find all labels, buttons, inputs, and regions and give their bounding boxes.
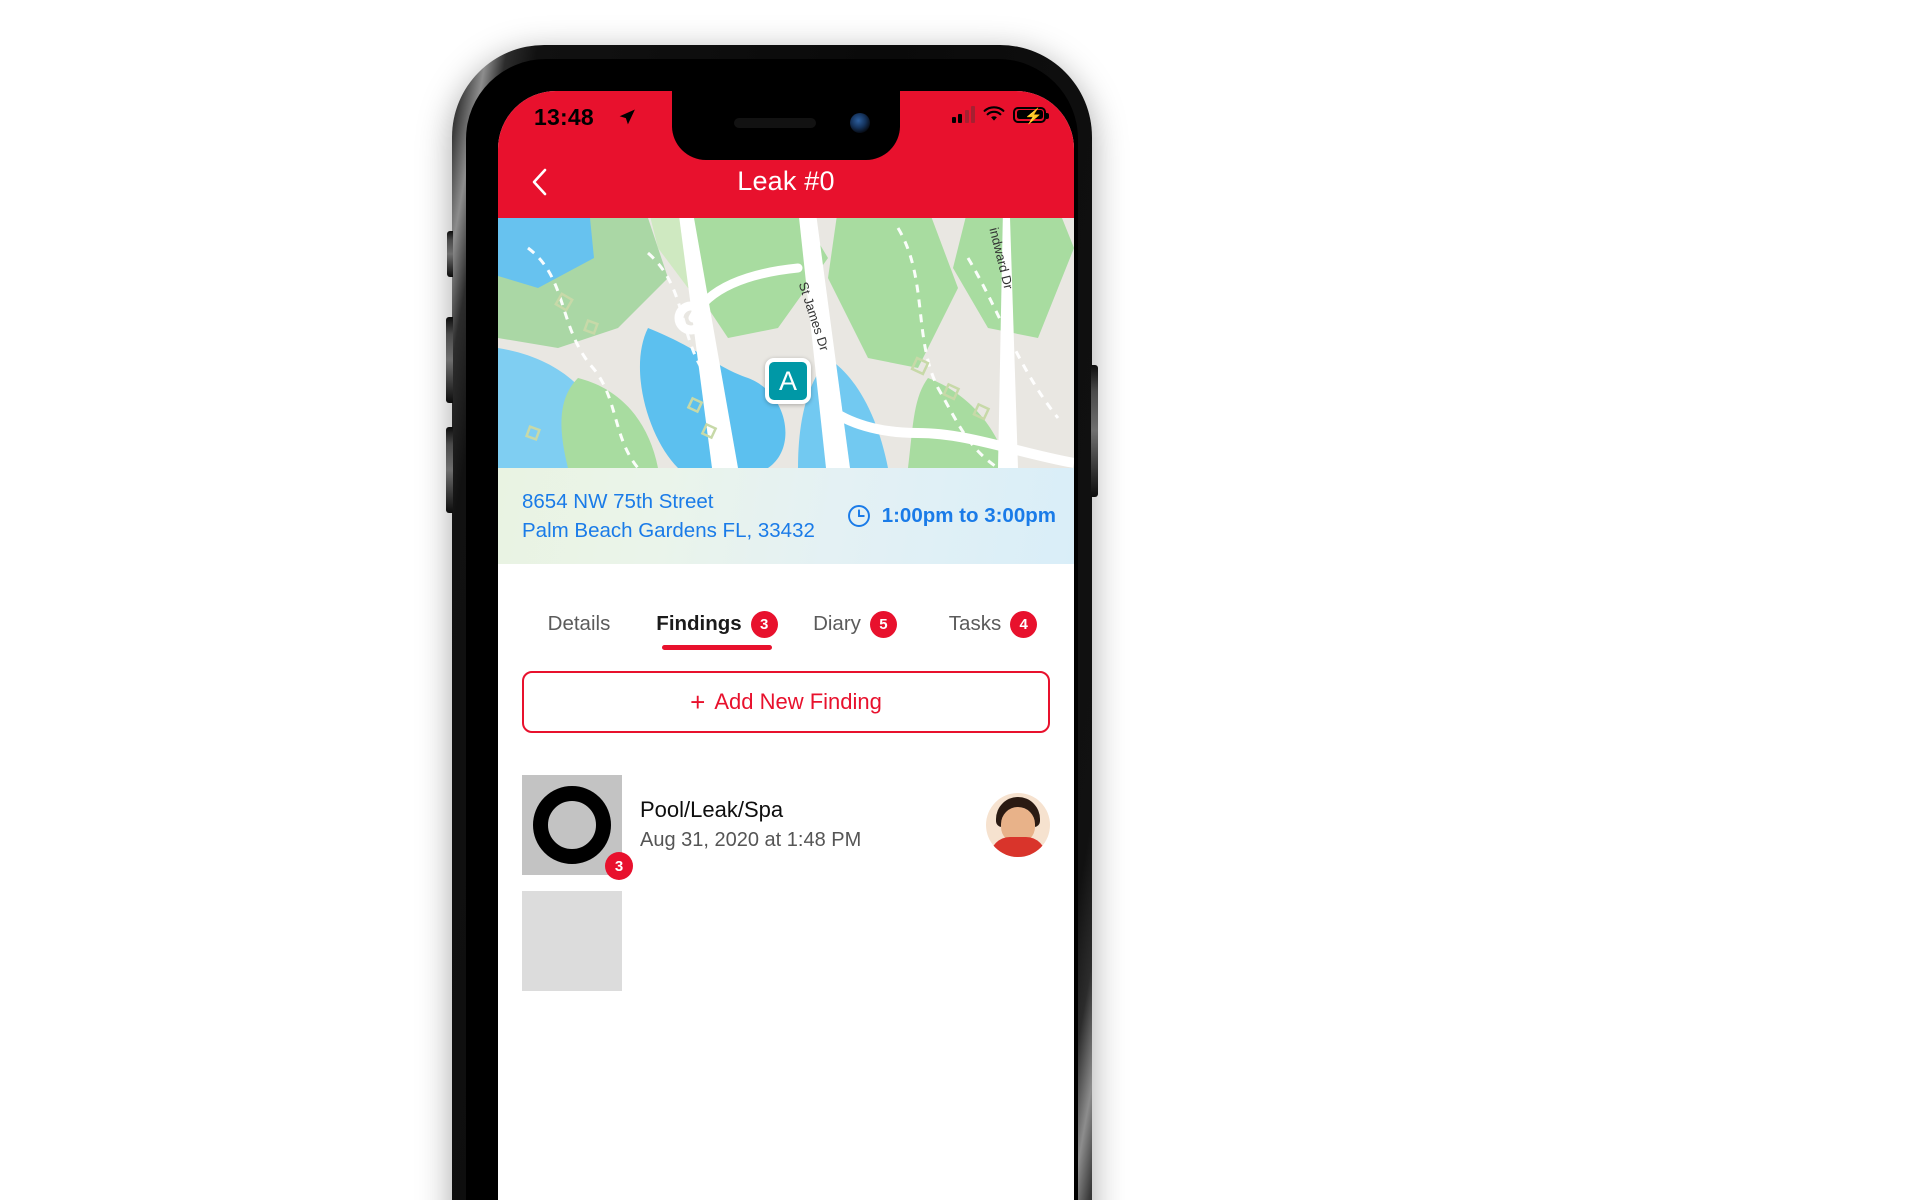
address-bar[interactable]: 8654 NW 75th Street Palm Beach Gardens F… bbox=[498, 468, 1074, 564]
earpiece-speaker bbox=[734, 118, 816, 128]
tab-diary-badge: 5 bbox=[869, 610, 897, 638]
plus-icon: + bbox=[690, 687, 706, 717]
tab-tasks-badge: 4 bbox=[1010, 610, 1038, 638]
list-item[interactable]: 3 Pool/Leak/Spa Aug 31, 2020 at 1:48 PM bbox=[498, 763, 1074, 887]
status-bar-indicators: ⚡ bbox=[951, 106, 1049, 125]
address-text-block[interactable]: 8654 NW 75th Street Palm Beach Gardens F… bbox=[522, 487, 815, 545]
map-graphic bbox=[498, 218, 1074, 468]
volume-down-button[interactable] bbox=[446, 427, 453, 513]
tab-details-label: Details bbox=[547, 612, 611, 635]
tab-details[interactable]: Details bbox=[510, 588, 648, 656]
appointment-time-range: 1:00pm to 3:00pm bbox=[881, 504, 1056, 527]
cellular-signal-icon bbox=[951, 106, 975, 123]
tab-active-indicator bbox=[662, 645, 772, 650]
finding-title: Pool/Leak/Spa bbox=[640, 797, 784, 822]
avatar[interactable] bbox=[986, 793, 1050, 857]
tab-findings-label: Findings bbox=[656, 612, 742, 635]
finding-thumbnail-wrap[interactable]: 3 bbox=[522, 775, 633, 880]
tab-findings[interactable]: Findings 3 bbox=[648, 588, 786, 656]
findings-list: 3 Pool/Leak/Spa Aug 31, 2020 at 1:48 PM bbox=[498, 763, 1074, 1003]
location-arrow-icon bbox=[619, 109, 635, 125]
map-view[interactable]: St James Dr indward Dr A bbox=[498, 218, 1074, 468]
list-item[interactable] bbox=[498, 887, 1074, 1003]
tab-tasks[interactable]: Tasks 4 bbox=[924, 588, 1062, 656]
back-button[interactable] bbox=[522, 165, 556, 199]
appointment-time-block: 1:00pm to 3:00pm bbox=[846, 503, 1056, 529]
add-new-finding-button[interactable]: + Add New Finding bbox=[522, 671, 1050, 733]
map-pin-a[interactable]: A bbox=[765, 358, 811, 404]
mute-switch[interactable] bbox=[447, 231, 453, 277]
tab-diary-label: Diary bbox=[813, 612, 861, 635]
device-notch bbox=[672, 91, 900, 160]
map-pin-label: A bbox=[778, 365, 797, 396]
avatar-body bbox=[990, 837, 1046, 857]
page-title: Leak #0 bbox=[737, 166, 835, 196]
finding-photo-count-badge: 3 bbox=[605, 852, 633, 880]
status-bar-clock: 13:48 bbox=[534, 104, 594, 130]
phone-screen: St James Dr indward Dr A 8654 NW 75th St… bbox=[498, 91, 1074, 1200]
tab-tasks-label: Tasks bbox=[948, 612, 1002, 635]
battery-charging-icon: ⚡ bbox=[1013, 106, 1049, 125]
volume-up-button[interactable] bbox=[446, 317, 453, 403]
finding-timestamp: Aug 31, 2020 at 1:48 PM bbox=[640, 829, 862, 851]
wifi-icon bbox=[983, 106, 1005, 121]
tab-diary[interactable]: Diary 5 bbox=[786, 588, 924, 656]
finding-thumbnail[interactable] bbox=[522, 891, 622, 991]
address-line-1: 8654 NW 75th Street bbox=[522, 490, 714, 513]
address-line-2: Palm Beach Gardens FL, 33432 bbox=[522, 519, 815, 542]
ring-shape-icon bbox=[533, 786, 611, 864]
phone-bezel: St James Dr indward Dr A 8654 NW 75th St… bbox=[466, 59, 1078, 1200]
power-button[interactable] bbox=[1091, 365, 1098, 497]
add-new-finding-label: Add New Finding bbox=[714, 689, 882, 714]
phone-device-frame: St James Dr indward Dr A 8654 NW 75th St… bbox=[446, 45, 1098, 1200]
screenshot-root: St James Dr indward Dr A 8654 NW 75th St… bbox=[0, 0, 1920, 1200]
chevron-left-icon bbox=[532, 168, 547, 195]
finding-text-block: Pool/Leak/Spa Aug 31, 2020 at 1:48 PM bbox=[640, 795, 968, 855]
front-camera bbox=[850, 113, 870, 133]
clock-icon bbox=[847, 505, 870, 527]
tab-bar: Details Findings 3 Diary 5 Tasks 4 bbox=[498, 564, 1074, 656]
tab-findings-badge: 3 bbox=[750, 610, 778, 638]
